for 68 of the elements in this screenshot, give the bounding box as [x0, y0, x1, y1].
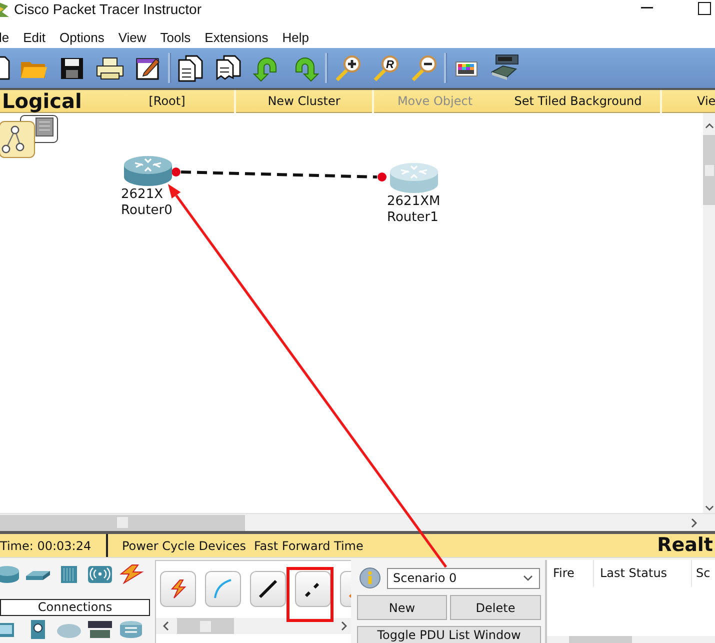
workspace-button[interactable]: [Root] [100, 94, 234, 108]
scrollbar-thumb[interactable] [569, 636, 632, 643]
menu-item[interactable]: Edit [23, 30, 46, 46]
column-header[interactable]: Last Status [594, 560, 692, 587]
device-model-label: 2621XM [387, 194, 440, 210]
scrollbar-thumb[interactable] [0, 514, 245, 530]
horizontal-scrollbar[interactable] [0, 513, 715, 531]
status-button[interactable]: Fast Forward Time [254, 538, 364, 552]
document-stack-icon[interactable] [215, 54, 243, 82]
workspace-button[interactable]: Vie [662, 94, 715, 108]
lightning-icon[interactable] [118, 564, 144, 584]
menu-item[interactable]: Extensions [204, 30, 268, 46]
vertical-scrollbar[interactable] [703, 113, 715, 513]
workspace-button[interactable]: Set Tiled Background [496, 94, 660, 108]
menu-item[interactable]: le [0, 30, 10, 46]
console-cable-button[interactable] [205, 571, 241, 607]
scrollbar-thumb[interactable] [703, 135, 715, 205]
scenario-dropdown[interactable]: Scenario 0 [387, 568, 540, 588]
logical-view-icon[interactable] [0, 121, 35, 158]
scroll-down-icon[interactable] [704, 505, 714, 511]
device-name-label: Router1 [387, 210, 438, 226]
status-button[interactable]: Power Cycle Devices [122, 538, 246, 552]
scroll-right-icon[interactable] [341, 621, 347, 631]
network-device-icon[interactable] [491, 54, 519, 82]
column-header[interactable]: Sc [692, 560, 710, 587]
crossover-cable-button[interactable] [295, 571, 331, 607]
zoom-in-icon[interactable] [334, 54, 362, 82]
menu-item[interactable]: Options [60, 30, 104, 46]
menu-item[interactable]: Tools [160, 30, 191, 46]
horizontal-scrollbar[interactable] [156, 618, 351, 634]
realtime-mode-label[interactable]: Realt [657, 533, 713, 557]
scenario-button[interactable]: Delete [450, 595, 541, 620]
scenario-button[interactable]: New [357, 595, 447, 620]
workspace-button[interactable]: New Cluster [236, 94, 372, 108]
router-icon[interactable] [0, 564, 20, 584]
line-icon [258, 579, 278, 599]
new-document-icon[interactable] [0, 54, 10, 82]
stack-icon[interactable] [118, 619, 144, 639]
info-icon[interactable] [359, 567, 381, 589]
router-icon[interactable] [123, 155, 173, 187]
minimize-icon[interactable] [641, 7, 653, 9]
wireless-icon[interactable] [87, 564, 113, 584]
window-title: Cisco Packet Tracer Instructor [14, 1, 202, 18]
auto-cable-button[interactable] [160, 571, 196, 607]
column-header[interactable]: Fire [547, 560, 594, 587]
app-logo-icon [0, 0, 10, 18]
category-label: Connections [0, 599, 150, 616]
straight-cable-button[interactable] [250, 571, 286, 607]
lightning-icon [168, 579, 188, 599]
zoom-out-icon[interactable] [410, 54, 438, 82]
scrollbar-thumb[interactable] [177, 618, 234, 634]
view-mode-label: Logical [1, 90, 83, 112]
scroll-up-icon[interactable] [704, 123, 714, 129]
curve-icon [213, 579, 233, 599]
device-name-label: Router0 [121, 203, 172, 219]
chevron-down-icon [523, 575, 533, 581]
simulation-time: Time: 00:03:24 [0, 538, 92, 552]
network-link[interactable] [180, 170, 378, 178]
menu-item[interactable]: Help [282, 30, 309, 46]
menu-item[interactable]: View [118, 30, 146, 46]
horizontal-scrollbar[interactable] [547, 636, 715, 643]
device-model-label: 2621X [121, 187, 163, 203]
scenario-button[interactable]: Toggle PDU List Window [357, 626, 541, 643]
scroll-left-icon[interactable] [163, 621, 169, 631]
maximize-icon[interactable] [698, 2, 711, 15]
device-icon[interactable] [87, 619, 113, 639]
copy-icon[interactable] [177, 54, 205, 82]
scroll-right-icon[interactable] [691, 518, 697, 528]
